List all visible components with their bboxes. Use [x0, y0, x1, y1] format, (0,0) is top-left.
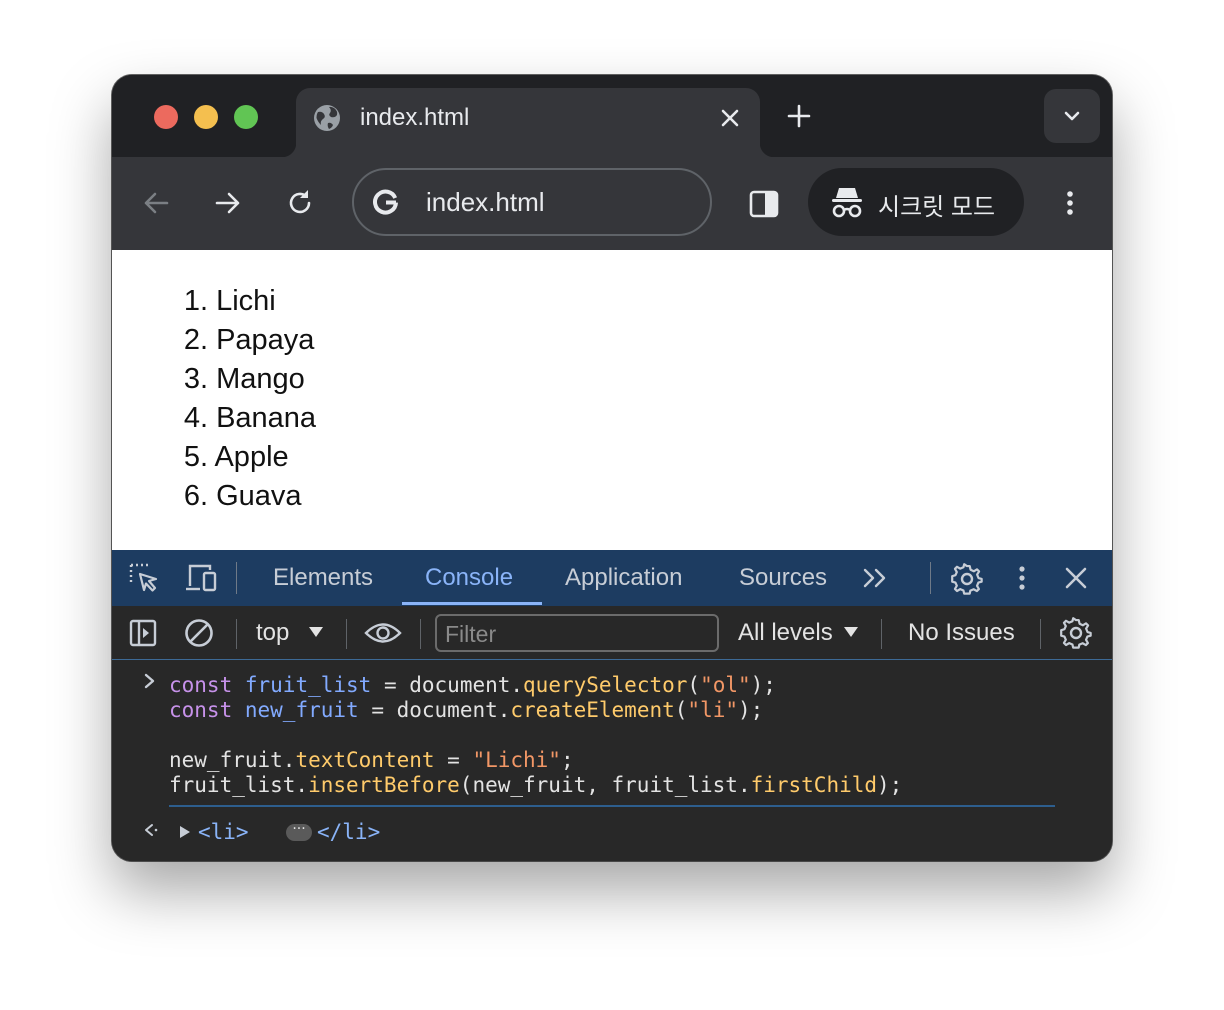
device-toolbar-icon[interactable] — [184, 562, 218, 594]
separator — [1040, 619, 1041, 649]
tab-title: index.html — [360, 104, 470, 131]
globe-icon — [314, 105, 340, 131]
input-underline — [169, 805, 1055, 807]
separator — [346, 619, 347, 649]
back-arrow-icon[interactable] — [138, 185, 174, 221]
result-close-tag: </li> — [317, 820, 381, 844]
tab-application[interactable]: Application — [565, 564, 682, 592]
chevron-down-icon — [1064, 111, 1080, 121]
more-tabs-icon[interactable] — [862, 566, 890, 590]
filter-placeholder: Filter — [445, 621, 497, 647]
zoom-window-button[interactable] — [234, 105, 258, 129]
tab-strip: index.html — [112, 75, 1112, 157]
tab-sources[interactable]: Sources — [739, 564, 827, 592]
tab-search-button[interactable] — [1044, 89, 1100, 143]
list-item: 1. Lichi — [183, 285, 276, 317]
console-toolbar: top Filter All levels No Issues — [112, 606, 1112, 660]
list-item: 2. Papaya — [183, 324, 315, 356]
result-open-tag: <li> — [198, 820, 249, 844]
devtools-more-menu-icon[interactable] — [1014, 562, 1030, 594]
incognito-label: 시크릿 모드 — [878, 194, 996, 221]
expand-triangle-icon[interactable] — [179, 825, 191, 839]
sidebar-toggle-icon[interactable] — [128, 618, 158, 648]
close-tab-icon[interactable] — [716, 104, 744, 132]
minimize-window-button[interactable] — [194, 105, 218, 129]
incognito-mode-button[interactable]: 시크릿 모드 — [808, 168, 1024, 236]
issues-counter[interactable]: No Issues — [908, 619, 1015, 647]
console-output: const fruit_list = document.querySelecto… — [112, 661, 1112, 861]
side-panel-icon[interactable] — [748, 188, 780, 220]
active-tab-indicator — [402, 602, 542, 605]
page-viewport: 1. Lichi 2. Papaya 3. Mango 4. Banana 5.… — [112, 250, 1112, 550]
code-line: fruit_list.insertBefore(new_fruit, fruit… — [169, 773, 903, 797]
more-menu-icon[interactable] — [1052, 185, 1088, 221]
reload-icon[interactable] — [282, 185, 318, 221]
return-value-icon — [145, 824, 158, 836]
filter-input[interactable]: Filter — [435, 614, 719, 652]
log-levels-label: All levels — [738, 619, 833, 646]
dropdown-triangle-icon — [309, 627, 323, 637]
fruit-list: 1. Lichi 2. Papaya 3. Mango 4. Banana 5.… — [174, 282, 316, 516]
separator — [420, 619, 421, 649]
inspect-element-icon[interactable] — [128, 562, 160, 594]
separator — [930, 562, 931, 594]
console-settings-gear-icon[interactable] — [1059, 616, 1093, 650]
devtools-panel: Elements Console Application Sources top… — [112, 550, 1112, 861]
incognito-icon — [832, 188, 862, 218]
google-g-icon — [373, 189, 398, 215]
close-window-button[interactable] — [154, 105, 178, 129]
list-item: 6. Guava — [183, 480, 302, 512]
tab-console[interactable]: Console — [425, 564, 513, 592]
settings-gear-icon[interactable] — [950, 562, 984, 596]
address-bar[interactable]: index.html — [352, 168, 712, 236]
separator — [236, 619, 237, 649]
context-label: top — [256, 619, 290, 646]
separator — [236, 562, 237, 594]
live-expression-eye-icon[interactable] — [364, 618, 402, 648]
list-item: 3. Mango — [183, 363, 305, 395]
browser-window: index.html index.html 시크릿 모드 1. Lichi 2.… — [112, 75, 1112, 861]
new-tab-icon[interactable] — [784, 101, 814, 131]
dropdown-triangle-icon — [844, 627, 858, 637]
code-line: new_fruit.textContent = "Lichi"; — [169, 748, 574, 772]
separator — [881, 619, 882, 649]
list-item: 5. Apple — [183, 441, 289, 473]
close-devtools-icon[interactable] — [1062, 564, 1090, 592]
devtools-tabbar: Elements Console Application Sources — [112, 550, 1112, 606]
clear-console-icon[interactable] — [183, 617, 215, 649]
prompt-chevron-icon — [144, 673, 155, 689]
list-item: 4. Banana — [183, 402, 317, 434]
tab-elements[interactable]: Elements — [273, 564, 373, 592]
code-line: const fruit_list = document.querySelecto… — [169, 673, 776, 697]
collapsed-content-badge[interactable]: ··· — [286, 822, 312, 841]
browser-toolbar: index.html 시크릿 모드 — [112, 157, 1112, 250]
forward-arrow-icon[interactable] — [210, 185, 246, 221]
code-line: const new_fruit = document.createElement… — [169, 698, 764, 722]
tab-index-html[interactable]: index.html — [282, 88, 774, 157]
url-text: index.html — [426, 187, 545, 217]
